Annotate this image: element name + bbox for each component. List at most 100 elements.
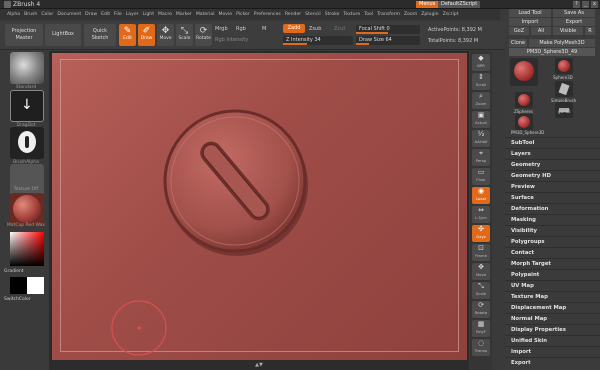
color-picker[interactable]	[10, 232, 44, 266]
menu-material[interactable]: Material	[194, 12, 217, 17]
edit-button[interactable]: ✎ Edit	[119, 24, 136, 46]
scale-button[interactable]: ⤡ Scale	[176, 24, 193, 46]
menu-render[interactable]: Render	[283, 12, 303, 17]
menu-preferences[interactable]: Preferences	[252, 12, 283, 17]
tool-tile-simplebrush[interactable]	[555, 81, 573, 97]
zadd-toggle[interactable]: Zadd	[283, 24, 305, 33]
draw-size-slider[interactable]: Draw Size 64	[356, 36, 420, 45]
z-intensity-slider[interactable]: Z Intensity 34	[283, 36, 353, 45]
goz-button[interactable]: GoZ	[509, 27, 529, 35]
view-local-button[interactable]: ◉ Local	[472, 187, 490, 204]
lightbox-button[interactable]: LightBox	[45, 24, 81, 46]
menu-light[interactable]: Light	[141, 12, 156, 17]
menu-document[interactable]: Document	[55, 12, 83, 17]
tool-section-uv-map[interactable]: UV Map	[505, 280, 600, 291]
tool-section-import[interactable]: Import	[505, 346, 600, 357]
view-move-button[interactable]: ✥ Move	[472, 263, 490, 280]
menu-draw[interactable]: Draw	[83, 12, 99, 17]
view-rotate-button[interactable]: ⟳ Rotate	[472, 301, 490, 318]
view-aahalf-button[interactable]: ½ AAHalf	[472, 130, 490, 147]
menu-transform[interactable]: Transform	[375, 12, 402, 17]
stroke-thumb[interactable]: ↓	[10, 90, 44, 122]
tool-section-surface[interactable]: Surface	[505, 192, 600, 203]
menu-zoom[interactable]: Zoom	[402, 12, 419, 17]
menu-movie[interactable]: Movie	[216, 12, 234, 17]
quick-sketch-button[interactable]: Quick Sketch	[84, 24, 116, 46]
menu-macro[interactable]: Macro	[156, 12, 174, 17]
tool-section-polygroups[interactable]: Polygroups	[505, 236, 600, 247]
menu-stroke[interactable]: Stroke	[323, 12, 342, 17]
alpha-thumb[interactable]	[10, 127, 44, 159]
menu-zscript[interactable]: Zscript	[441, 12, 461, 17]
tool-section-visibility[interactable]: Visibility	[505, 225, 600, 236]
view-bpr-button[interactable]: ◆ BPR	[472, 54, 490, 71]
view-polyf-button[interactable]: ▦ PolyF	[472, 320, 490, 337]
standard-brush-thumb[interactable]	[10, 52, 44, 84]
menu-edit[interactable]: Edit	[99, 12, 112, 17]
current-tool-tile[interactable]	[510, 58, 538, 86]
r-button[interactable]: R	[585, 27, 595, 35]
view-actual-button[interactable]: ▣ Actual	[472, 111, 490, 128]
tool-section-display-properties[interactable]: Display Properties	[505, 324, 600, 335]
zsub-toggle[interactable]: Zsub	[309, 26, 321, 32]
import-button[interactable]: Import	[509, 18, 551, 26]
tool-tile-zspheres[interactable]	[515, 92, 533, 108]
tool-section-unified-skin[interactable]: Unified Skin	[505, 335, 600, 346]
current-tool-slider[interactable]: PM3D_Sphere3D_49	[509, 48, 595, 56]
all-button[interactable]: All	[531, 27, 551, 35]
view-transp-button[interactable]: ◌ Transp	[472, 339, 490, 356]
tool-section-contact[interactable]: Contact	[505, 247, 600, 258]
menu-color[interactable]: Color	[39, 12, 55, 17]
focal-shift-slider[interactable]: Focal Shift 0	[356, 25, 420, 34]
default-script-button[interactable]: DefaultZScript	[438, 1, 481, 8]
menu-layer[interactable]: Layer	[124, 12, 141, 17]
view-lsym-button[interactable]: ⇔ L.Sym	[472, 206, 490, 223]
minimize-icon[interactable]: _	[582, 1, 589, 8]
help-icon[interactable]: ?	[573, 1, 580, 8]
menus-button[interactable]: Menus	[416, 1, 439, 8]
projection-master-button[interactable]: Projection Master	[5, 24, 43, 46]
tool-section-geometry-hd[interactable]: Geometry HD	[505, 170, 600, 181]
view-floor-button[interactable]: ▭ Floor	[472, 168, 490, 185]
rgb-toggle[interactable]: Rgb	[236, 26, 246, 32]
menu-file[interactable]: File	[112, 12, 124, 17]
tool-section-polypaint[interactable]: Polypaint	[505, 269, 600, 280]
menu-marker[interactable]: Marker	[174, 12, 194, 17]
view-gxyz-button[interactable]: ✣ Gxyz	[472, 225, 490, 242]
view-zoom-button[interactable]: ⌕ Zoom	[472, 92, 490, 109]
tool-section-deformation[interactable]: Deformation	[505, 203, 600, 214]
tool-section-masking[interactable]: Masking	[505, 214, 600, 225]
make-polymesh-button[interactable]: Make PolyMesh3D	[529, 39, 595, 47]
document-canvas[interactable]	[52, 53, 467, 360]
view-scroll-button[interactable]: ⇕ Scroll	[472, 73, 490, 90]
tool-section-export[interactable]: Export	[505, 357, 600, 368]
menu-texture[interactable]: Texture	[341, 12, 362, 17]
tool-section-layers[interactable]: Layers	[505, 148, 600, 159]
mrgb-toggle[interactable]: Mrgb	[215, 26, 228, 32]
rgb-intensity-slider[interactable]: Rgb Intensity	[215, 37, 248, 43]
visible-button[interactable]: Visible	[553, 27, 583, 35]
tool-section-texture-map[interactable]: Texture Map	[505, 291, 600, 302]
canvas-scroll-handle[interactable]: ▲▼	[49, 360, 469, 370]
menu-picker[interactable]: Picker	[234, 12, 252, 17]
export-button[interactable]: Export	[553, 18, 595, 26]
tool-section-morph-target[interactable]: Morph Target	[505, 258, 600, 269]
view-scale-button[interactable]: ⤡ Scale	[472, 282, 490, 299]
menu-tool[interactable]: Tool	[362, 12, 375, 17]
view-frame-button[interactable]: ⊡ Frame	[472, 244, 490, 261]
tool-section-normal-map[interactable]: Normal Map	[505, 313, 600, 324]
tool-tile-sphere3d[interactable]	[555, 58, 573, 74]
zcut-toggle[interactable]: Zcut	[334, 26, 345, 32]
view-persp-button[interactable]: ⌖ Persp	[472, 149, 490, 166]
menu-stencil[interactable]: Stencil	[303, 12, 323, 17]
switch-color-swatch[interactable]	[10, 277, 44, 294]
menu-zplugin[interactable]: Zplugin	[419, 12, 440, 17]
tool-section-preview[interactable]: Preview	[505, 181, 600, 192]
clone-button[interactable]: Clone	[509, 39, 527, 47]
menu-alpha[interactable]: Alpha	[5, 12, 22, 17]
load-tool-button[interactable]: Load Tool	[509, 9, 551, 17]
close-icon[interactable]: x	[591, 1, 598, 8]
tool-section-displacement-map[interactable]: Displacement Map	[505, 302, 600, 313]
move-button[interactable]: ✥ Move	[157, 24, 174, 46]
material-thumb[interactable]	[10, 193, 44, 225]
